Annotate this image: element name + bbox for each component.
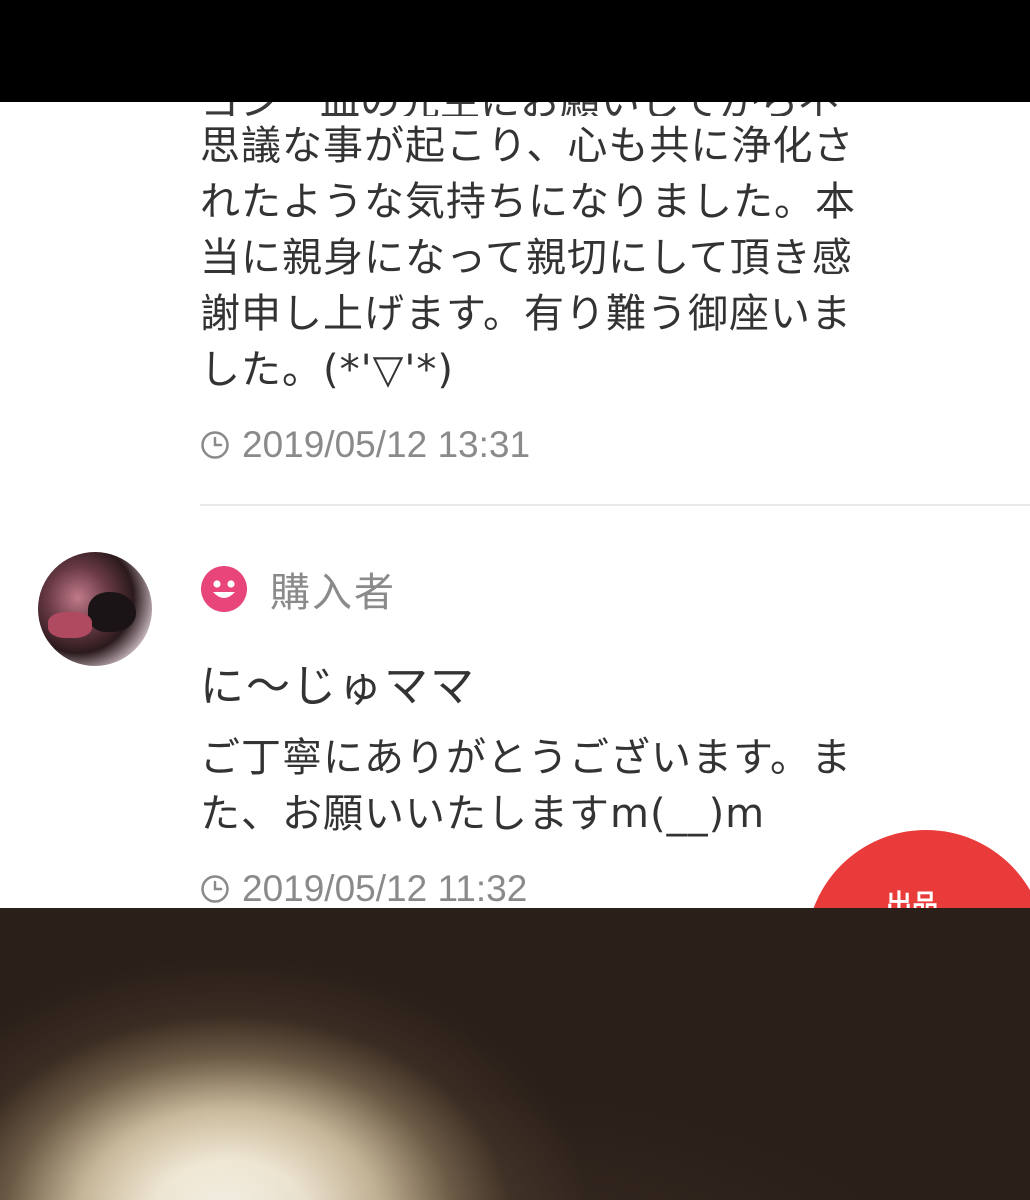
message-line: 思議な事が起こり、心も共に浄化さ [200, 123, 855, 169]
divider [200, 504, 1030, 506]
top-black-bar [0, 0, 1030, 102]
reply-timestamp: 2019/05/12 11:32 [200, 868, 527, 908]
cropped-message-text: ヨン 皿の先生にお願いしてから不 [200, 102, 980, 116]
light-photo-glow [0, 908, 1030, 1200]
timestamp-text: 2019/05/12 13:31 [242, 424, 531, 465]
reply-message: ご丁寧にありがとうございます。ま た、お願いいたしますm(__)m [200, 730, 1000, 842]
cropped-message-line: ヨン 皿の先生にお願いしてから不 [200, 102, 980, 116]
timestamp-text: 2019/05/12 11:32 [242, 868, 528, 908]
buyer-role-row: 購入者 [200, 560, 396, 618]
smile-icon [201, 566, 247, 612]
message-line: 謝申し上げます。有り難う御座いま [200, 291, 852, 337]
reply-line: た、お願いいたしますm(__)m [200, 791, 766, 837]
clock-icon [201, 875, 229, 903]
previous-message: 思議な事が起こり、心も共に浄化さ れたような気持ちになりました。本 当に親身にな… [200, 118, 1000, 398]
clock-icon [201, 431, 229, 459]
message-line: した。(*'▽'*) [200, 347, 454, 393]
message-line: 当に親身になって親切にして頂き感 [200, 235, 853, 281]
role-label: 購入者 [270, 570, 396, 616]
screenshot-page: ヨン 皿の先生にお願いしてから不 思議な事が起こり、心も共に浄化さ れたような気… [0, 0, 1030, 1200]
comment-screen: ヨン 皿の先生にお願いしてから不 思議な事が起こり、心も共に浄化さ れたような気… [0, 102, 1030, 908]
username[interactable]: に〜じゅママ [200, 650, 476, 714]
sell-button-label: 出品 [886, 890, 939, 908]
reply-line: ご丁寧にありがとうございます。ま [200, 735, 852, 781]
previous-message-timestamp: 2019/05/12 13:31 [200, 424, 530, 466]
avatar[interactable] [38, 552, 152, 666]
message-line: れたような気持ちになりました。本 [200, 179, 856, 225]
